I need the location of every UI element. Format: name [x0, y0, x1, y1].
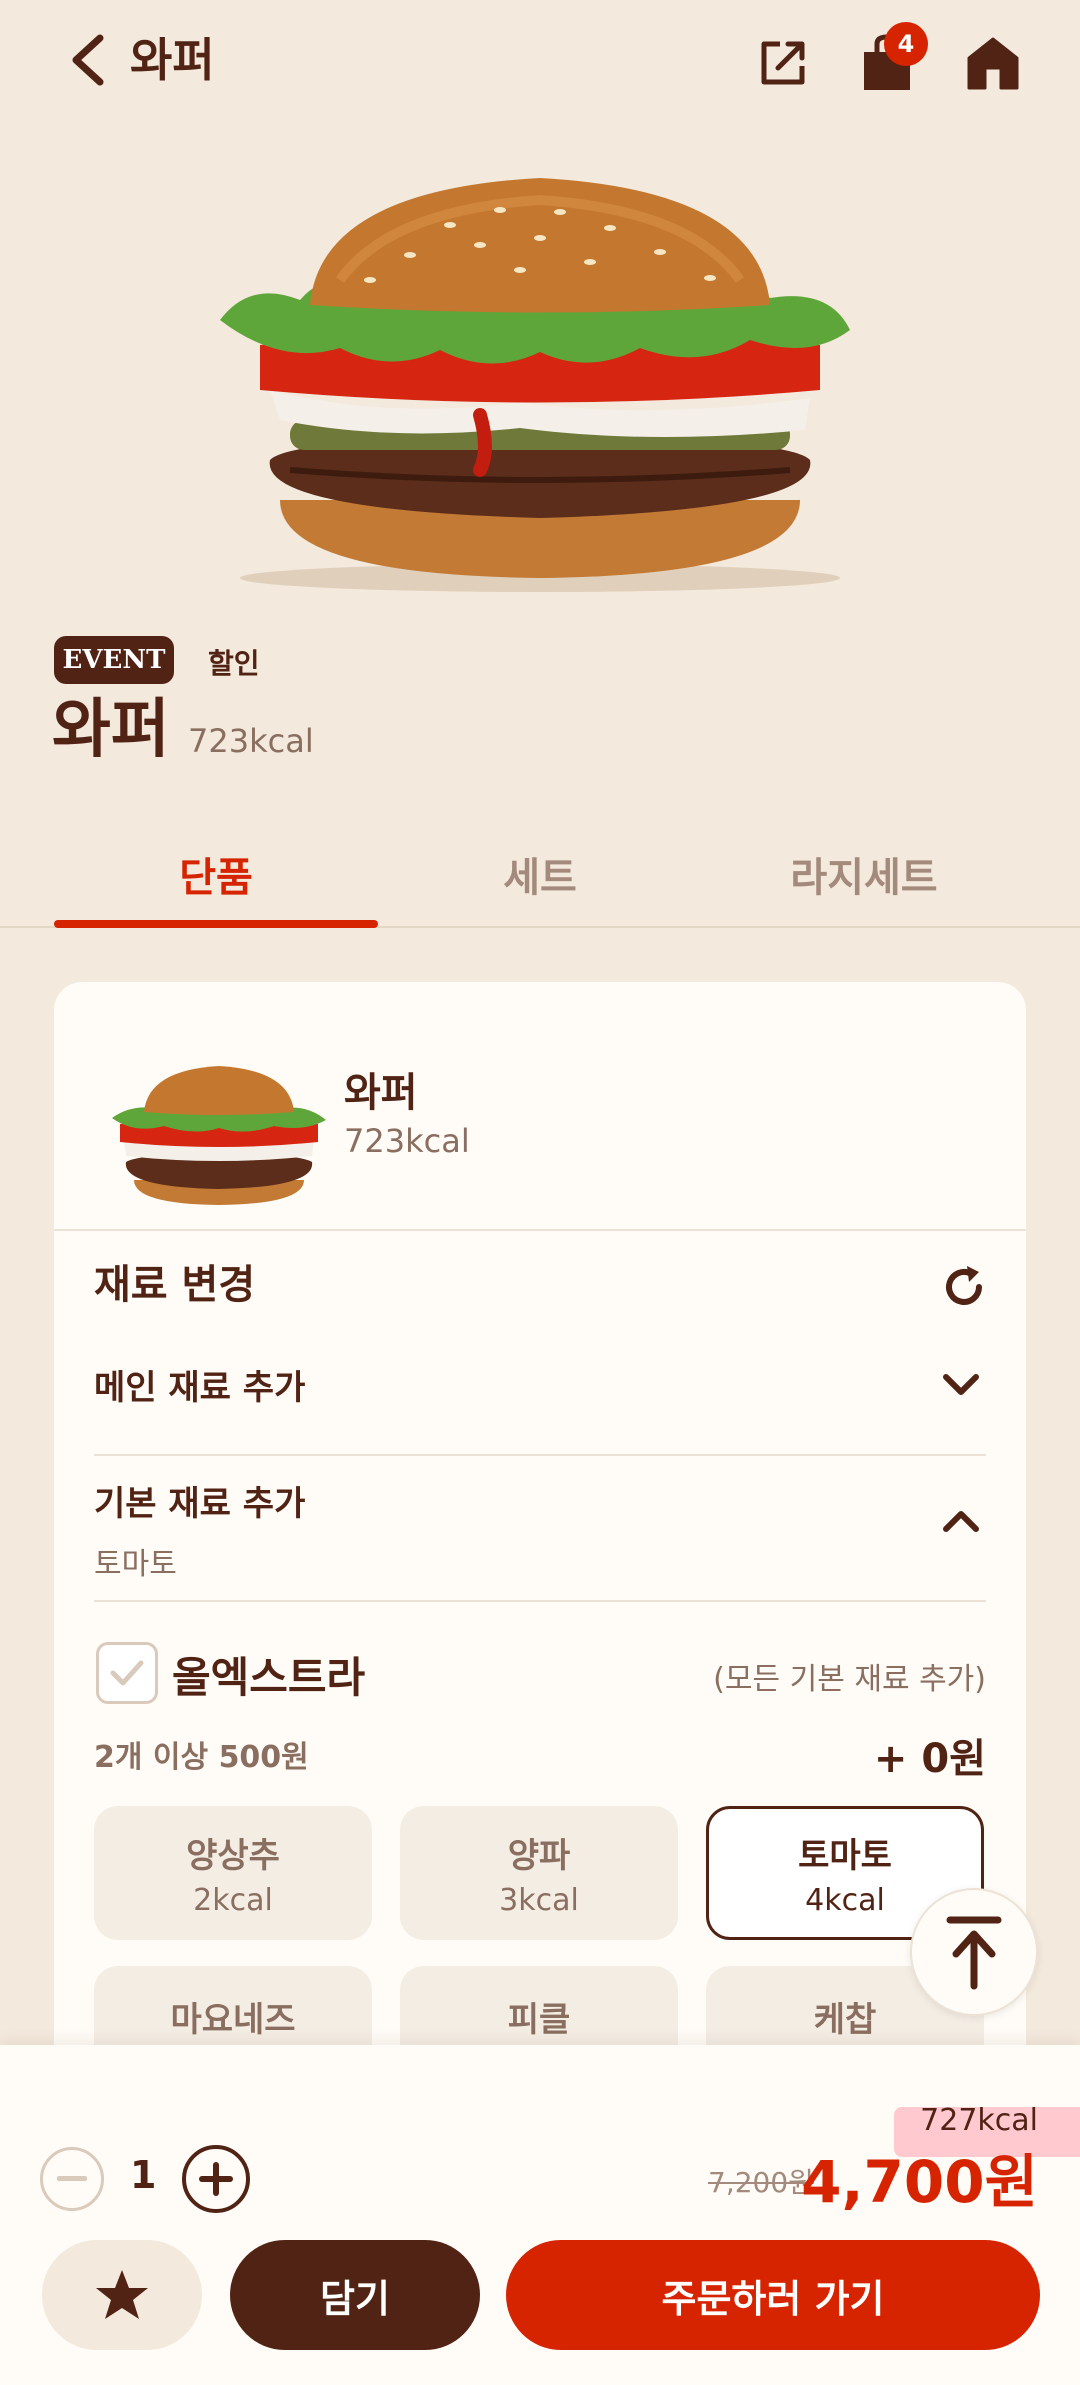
bottom-order-bar: 727kcal 1 7,200원 4,700원 담기 주문하러 가기: [0, 2045, 1080, 2385]
item-thumbnail: [112, 1066, 326, 1205]
tab-single[interactable]: 단품: [54, 820, 378, 928]
home-icon: [967, 37, 1019, 90]
favorite-button[interactable]: [42, 2240, 202, 2350]
divider: [94, 1600, 986, 1602]
sale-price: 4,700원: [801, 2148, 1038, 2216]
total-kcal: 727kcal: [920, 2103, 1038, 2138]
home-button[interactable]: [958, 28, 1028, 98]
option-name: 마요네즈: [170, 2000, 296, 2040]
tab-set[interactable]: 세트: [378, 820, 702, 928]
option-kcal: 3kcal: [499, 1883, 579, 1918]
back-button[interactable]: [58, 30, 118, 90]
option-name: 케찹: [813, 2000, 877, 2040]
option-onion[interactable]: 양파 3kcal: [400, 1806, 678, 1940]
option-lettuce[interactable]: 양상추 2kcal: [94, 1806, 372, 1940]
minus-icon: [57, 2176, 87, 2181]
tab-large-set[interactable]: 라지세트: [702, 820, 1026, 928]
all-extra-checkbox[interactable]: [96, 1642, 158, 1704]
check-icon: [110, 1660, 144, 1686]
page-title: 와퍼: [130, 33, 215, 87]
reset-button[interactable]: [934, 1257, 994, 1317]
refresh-icon: [946, 1266, 982, 1305]
order-button[interactable]: 주문하러 가기: [506, 2240, 1040, 2350]
cart-count-badge: 4: [884, 22, 928, 66]
product-kcal: 723kcal: [188, 722, 314, 760]
star-icon: [96, 2270, 148, 2319]
event-badge: EVENT: [54, 636, 174, 684]
divider: [54, 1229, 1026, 1231]
option-name: 양상추: [186, 1836, 280, 1876]
size-tabs: 단품 세트 라지세트: [0, 820, 1080, 928]
all-extra-note: (모든 기본 재료 추가): [713, 1662, 986, 1697]
quantity-value: 1: [130, 2153, 157, 2197]
main-ingredient-accordion[interactable]: 메인 재료 추가: [94, 1360, 986, 1409]
product-name: 와퍼: [52, 693, 170, 767]
basic-ingredient-title: 기본 재료 추가: [94, 1484, 306, 1524]
discount-tag: 할인: [208, 647, 260, 680]
extra-price: + 0원: [873, 1736, 986, 1782]
extra-price-note: 2개 이상 500원: [94, 1740, 309, 1775]
option-name: 토마토: [798, 1836, 892, 1876]
share-button[interactable]: [748, 28, 818, 98]
option-kcal: 4kcal: [805, 1883, 885, 1918]
plus-icon: [199, 2162, 233, 2196]
item-name: 와퍼: [344, 1070, 418, 1116]
product-image: [220, 178, 850, 592]
share-icon: [761, 41, 805, 85]
chevron-left-icon: [72, 34, 104, 86]
divider: [94, 1454, 986, 1456]
active-tab-indicator: [54, 920, 378, 928]
chevron-down-icon: [936, 1360, 986, 1410]
basic-ingredient-accordion[interactable]: 기본 재료 추가 토마토: [94, 1476, 986, 1583]
option-name: 양파: [507, 1836, 571, 1876]
cart-button[interactable]: 4: [852, 22, 928, 98]
arrow-up-icon: [946, 1916, 1002, 1990]
app-header: 와퍼 4: [0, 0, 1080, 130]
main-ingredient-title: 메인 재료 추가: [94, 1368, 306, 1408]
all-extra-label: 올엑스트라: [172, 1653, 366, 1702]
add-to-cart-button[interactable]: 담기: [230, 2240, 480, 2350]
quantity-decrease-button[interactable]: [40, 2147, 104, 2211]
scroll-top-button[interactable]: [910, 1888, 1038, 2016]
option-name: 피클: [507, 2000, 571, 2040]
chevron-up-icon: [936, 1496, 986, 1546]
ingredient-change-title: 재료 변경: [94, 1262, 256, 1308]
option-kcal: 2kcal: [193, 1883, 273, 1918]
quantity-increase-button[interactable]: [182, 2145, 250, 2213]
item-kcal: 723kcal: [344, 1122, 470, 1160]
original-price: 7,200원: [708, 2166, 814, 2199]
basic-ingredient-selected: 토마토: [94, 1547, 177, 1582]
